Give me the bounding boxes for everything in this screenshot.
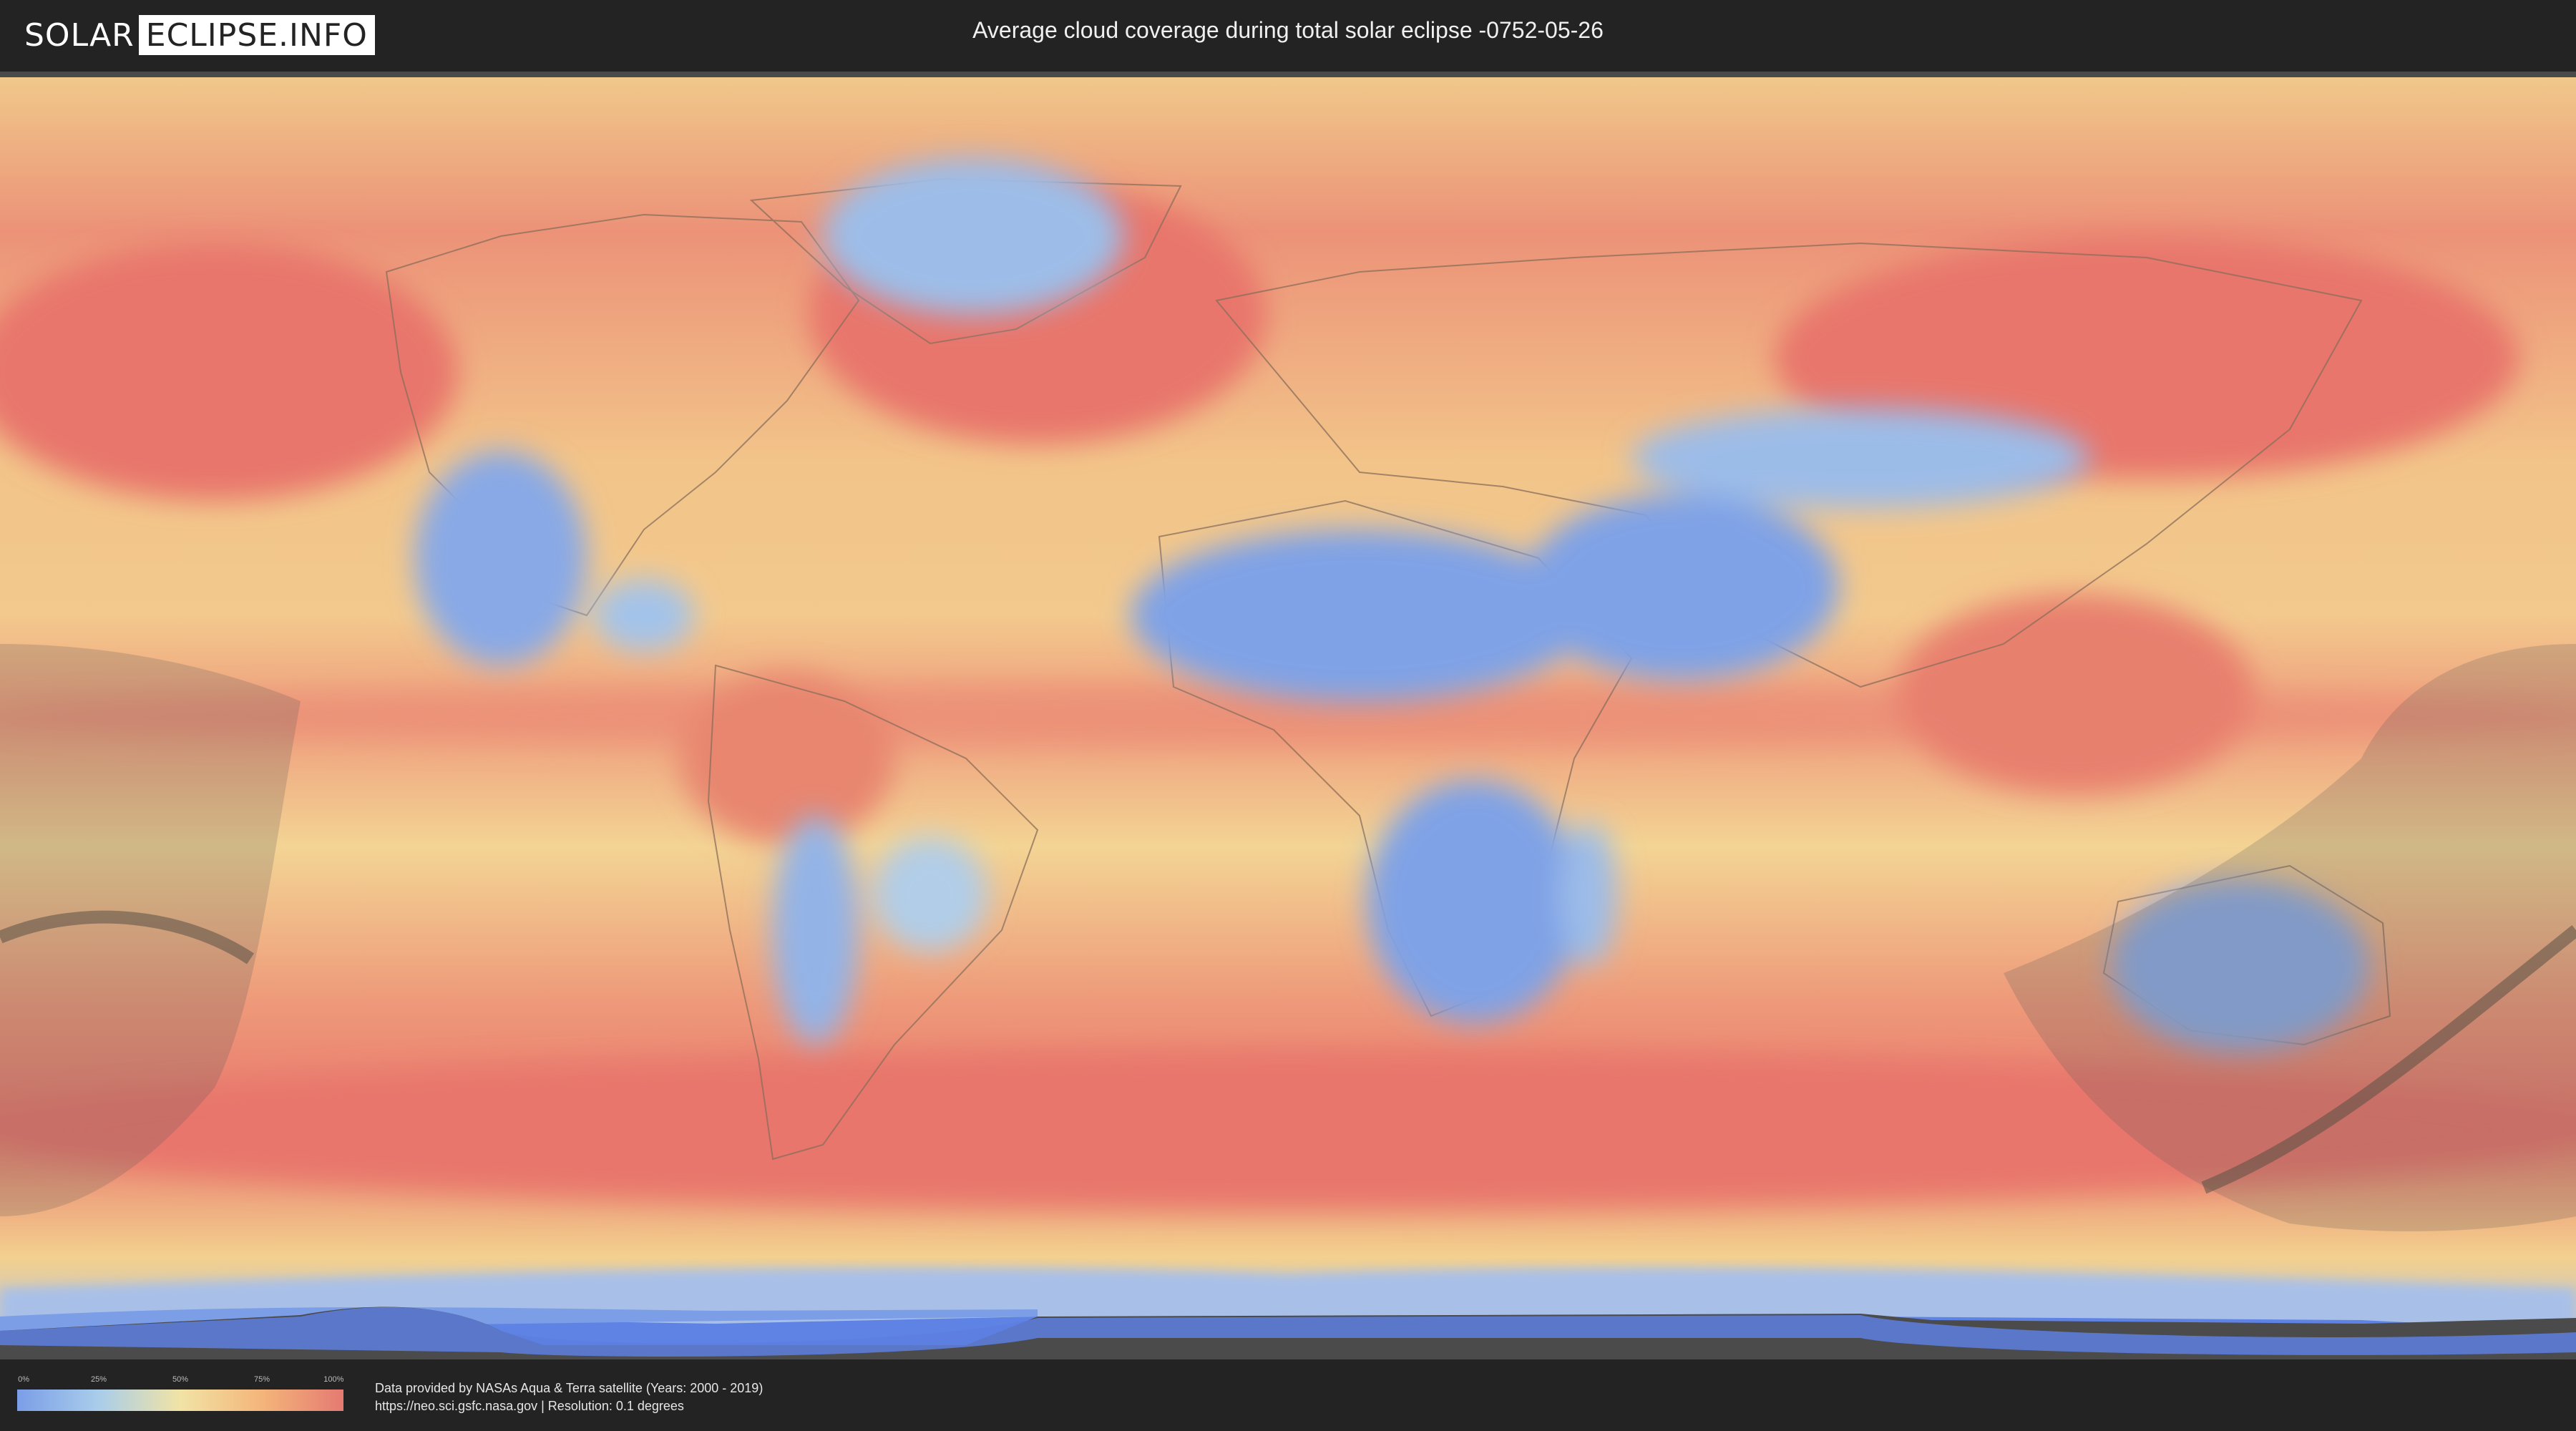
legend-tick-75: 75% (253, 1375, 270, 1384)
data-credits: Data provided by NASAs Aqua & Terra sate… (375, 1379, 763, 1415)
cloud-coverage-map (0, 72, 2576, 1359)
header-bar: SOLAR ECLIPSE.INFO Average cloud coverag… (0, 0, 2576, 72)
legend-ticks: 0% 25% 50% 75% 100% (17, 1375, 343, 1387)
legend-color-bar (17, 1390, 343, 1411)
footer-bar: 0% 25% 50% 75% 100% Data provided by NAS… (0, 1359, 2576, 1431)
legend-tick-50: 50% (172, 1375, 189, 1384)
legend-tick-100: 100% (323, 1375, 344, 1384)
legend-tick-25: 25% (90, 1375, 107, 1384)
cloud-coverage-legend: 0% 25% 50% 75% 100% (17, 1375, 343, 1411)
page-title: Average cloud coverage during total sola… (972, 17, 1604, 43)
legend-tick-0: 0% (18, 1375, 30, 1384)
credits-line-1: Data provided by NASAs Aqua & Terra sate… (375, 1381, 763, 1395)
credits-line-2[interactable]: https://neo.sci.gsfc.nasa.gov | Resoluti… (375, 1397, 763, 1415)
